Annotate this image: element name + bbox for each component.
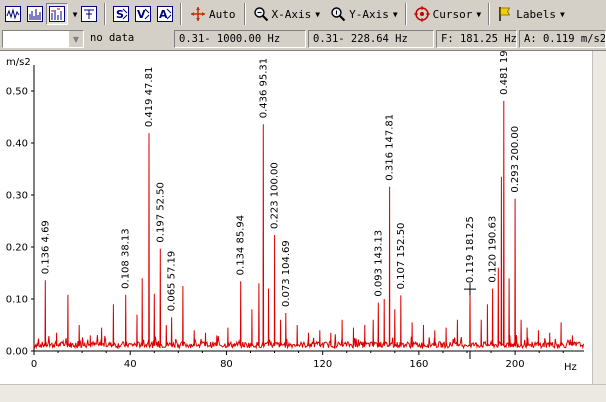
cursor-target-icon xyxy=(413,6,430,22)
s-scale-icon: S xyxy=(113,6,129,22)
svg-text:A: A xyxy=(159,8,168,21)
toolbar-separator xyxy=(243,3,246,25)
spectrum-trace xyxy=(33,100,585,350)
peak-label: 0.419 47.81 xyxy=(144,67,155,127)
peak-label: 0.436 95.31 xyxy=(258,58,269,118)
toolbar-separator xyxy=(104,3,106,25)
peaks-dropdown[interactable]: ▼ xyxy=(68,3,78,25)
spectrum-chart: 0.00 0.10 0.20 0.30 0.40 0.50 0 40 80 120 160 200 0… xyxy=(6,28,585,373)
y-axis-label: Y-Axis xyxy=(349,7,389,21)
peak-label: 0.107 152.50 xyxy=(396,223,407,290)
y-axis-button[interactable]: Y-Axis ▼ xyxy=(327,3,401,25)
channel-select[interactable]: ▼ xyxy=(2,30,84,48)
chevron-down-icon: ▼ xyxy=(72,9,78,19)
horizontal-scrollbar[interactable] xyxy=(0,384,606,402)
vertical-scrollbar[interactable] xyxy=(592,51,606,384)
waveform-button[interactable] xyxy=(2,3,24,25)
s-scale-button[interactable]: S xyxy=(110,3,132,25)
spectrum-button[interactable] xyxy=(24,3,46,25)
auto-button[interactable]: Auto xyxy=(186,3,240,25)
peak-label: 0.065 57.19 xyxy=(167,251,178,311)
y-tick-label: 0.30 xyxy=(6,191,28,202)
toolbar: ▼ S V A Auto X-Axis ▼ Y-Axis ▼ Cursor ▼ … xyxy=(0,0,606,29)
peak-label: 0.223 100.00 xyxy=(270,162,281,229)
peak-label: 0.108 38.13 xyxy=(121,228,132,288)
y-tick-label: 0.20 xyxy=(6,243,28,254)
x-axis-label: X-Axis xyxy=(271,7,312,21)
y-magnifier-icon xyxy=(331,7,346,22)
spectrum-icon xyxy=(27,6,43,22)
peak-label: 0.134 85.94 xyxy=(236,215,247,275)
a-scale-button[interactable]: A xyxy=(154,3,176,25)
peak-label: 0.197 52.50 xyxy=(155,182,166,242)
flag-icon xyxy=(499,7,511,21)
peak-label: 0.119 181.25 xyxy=(465,216,476,283)
y-tick-label: 0.50 xyxy=(6,87,28,98)
auto-label: Auto xyxy=(209,7,236,21)
waveform-icon xyxy=(5,6,21,22)
marker-button[interactable] xyxy=(78,3,100,25)
svg-text:S: S xyxy=(116,8,124,21)
data-status: no data xyxy=(90,32,135,44)
peak-label: 0.120 190.63 xyxy=(488,216,499,283)
cursor-amplitude-field: A: 0.119 m/s2 xyxy=(519,30,606,48)
v-scale-icon: V xyxy=(135,6,151,22)
v-scale-button[interactable]: V xyxy=(132,3,154,25)
auto-crosshair-icon xyxy=(191,7,205,21)
labels-label: Labels xyxy=(516,7,556,21)
labels-button[interactable]: Labels ▼ xyxy=(494,3,568,25)
chevron-down-icon[interactable]: ▼ xyxy=(68,31,83,47)
x-axis-button[interactable]: X-Axis ▼ xyxy=(250,3,324,25)
x-axis-unit: Hz xyxy=(564,362,577,373)
x-tick-label: 0 xyxy=(31,359,37,370)
y-tick-label: 0.40 xyxy=(6,139,28,150)
a-scale-icon: A xyxy=(157,6,173,22)
chevron-down-icon: ▼ xyxy=(559,9,565,19)
chevron-down-icon: ▼ xyxy=(476,9,482,19)
spectrum-peaks-button[interactable] xyxy=(46,3,68,25)
toolbar-separator xyxy=(180,3,182,25)
peak-label: 0.481 195.31 xyxy=(499,51,510,95)
y-tick-label: 0.00 xyxy=(6,347,28,358)
full-range-field: 0.31- 1000.00 Hz xyxy=(174,30,306,48)
x-tick-label: 160 xyxy=(409,359,428,370)
peak-label: 0.093 143.13 xyxy=(373,230,384,297)
status-bar: ▼ no data 0.31- 1000.00 Hz 0.31- 228.64 … xyxy=(0,28,606,51)
x-tick-label: 200 xyxy=(506,359,525,370)
marker-icon xyxy=(81,6,97,22)
chevron-down-icon: ▼ xyxy=(392,9,398,19)
x-tick-label: 120 xyxy=(313,359,332,370)
toolbar-separator xyxy=(404,3,407,25)
svg-text:V: V xyxy=(137,8,146,21)
y-axis-unit: m/s2 xyxy=(6,57,31,68)
magnifier-icon xyxy=(253,7,268,22)
cursor-button[interactable]: Cursor ▼ xyxy=(411,3,485,25)
x-tick-label: 80 xyxy=(220,359,233,370)
spectrum-plot[interactable]: 0.00 0.10 0.20 0.30 0.40 0.50 0 40 80 120 160 200 0… xyxy=(0,28,592,384)
cursor-label: Cursor xyxy=(432,7,473,21)
peak-label: 0.316 147.81 xyxy=(385,114,396,181)
peak-label: 0.073 104.69 xyxy=(281,240,292,307)
cursor-frequency-field: F: 181.25 Hz xyxy=(436,30,517,48)
toolbar-separator xyxy=(488,3,491,25)
y-tick-label: 0.10 xyxy=(6,295,28,306)
chevron-down-icon: ▼ xyxy=(315,9,321,19)
spectrum-peaks-icon xyxy=(49,6,65,22)
peak-label: 0.136 4.69 xyxy=(40,220,51,274)
x-tick-label: 40 xyxy=(124,359,137,370)
view-range-field: 0.31- 228.64 Hz xyxy=(308,30,434,48)
peak-label: 0.293 200.00 xyxy=(510,126,521,193)
